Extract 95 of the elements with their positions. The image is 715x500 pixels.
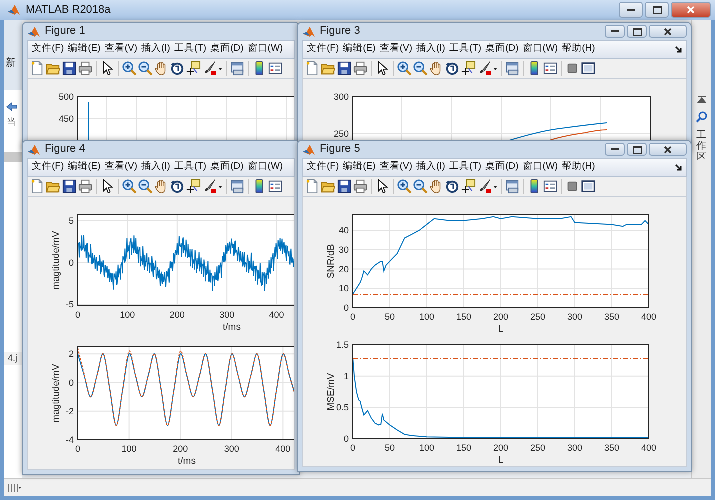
menu-item[interactable]: 查看(V): [104, 160, 138, 175]
menu-item[interactable]: 插入(I): [415, 42, 446, 57]
tick-label: 50: [385, 443, 395, 453]
axis-label: magtitude/mV: [51, 231, 62, 290]
tick-label: 2: [68, 349, 74, 360]
menu-item[interactable]: 文件(F): [306, 160, 340, 175]
tick-label: 350: [604, 312, 620, 322]
menu-item[interactable]: 窗口(W): [246, 160, 284, 175]
menu-item[interactable]: 文件(F): [306, 42, 340, 57]
tick-label: 200: [493, 443, 509, 453]
axis-label: L: [498, 455, 504, 466]
tick-label: 0: [350, 312, 356, 322]
tick-label: 40: [338, 226, 349, 236]
tick-label: 200: [170, 310, 185, 320]
tick-label: 30: [338, 244, 349, 255]
tick-label: 250: [530, 312, 546, 322]
tick-label: 350: [604, 443, 620, 453]
menu-item[interactable]: 工具(T): [448, 42, 483, 57]
tick-label: 400: [641, 312, 657, 322]
menu-item[interactable]: 桌面(D): [210, 42, 245, 57]
axis-label: t/ms: [178, 456, 196, 467]
file-label[interactable]: 4.j: [4, 352, 22, 365]
menu-item[interactable]: 工具(T): [448, 160, 483, 175]
tick-label: 300: [567, 312, 583, 322]
axis-label: magtitude/mV: [51, 364, 62, 423]
tick-label: 0: [68, 258, 74, 268]
tick-label: 150: [456, 312, 472, 322]
menu-item[interactable]: 帮助(H): [561, 42, 596, 57]
menu-item[interactable]: 查看(V): [104, 42, 138, 57]
menu-item[interactable]: 文件(F): [31, 160, 66, 175]
tick-label: 200: [493, 312, 509, 322]
tick-label: 300: [334, 92, 349, 102]
tick-label: 0: [344, 303, 349, 313]
tick-label: 1: [344, 371, 349, 382]
menu-item[interactable]: 查看(V): [378, 42, 414, 57]
tick-label: 0: [68, 378, 74, 388]
menu-item[interactable]: 帮助(H): [561, 160, 596, 175]
tick-label: 300: [567, 443, 583, 453]
tick-label: -5: [66, 300, 74, 310]
tick-label: 20: [338, 264, 349, 274]
menu-item[interactable]: 插入(I): [140, 42, 172, 57]
tick-label: 250: [334, 129, 349, 139]
axis-label: t/ms: [223, 322, 241, 333]
tick-label: 400: [276, 444, 291, 454]
tick-label: 400: [269, 310, 284, 320]
menu-item[interactable]: 编辑(E): [342, 42, 377, 57]
menu-item[interactable]: 插入(I): [140, 160, 172, 175]
axis-label: L: [498, 324, 504, 334]
tick-label: 150: [456, 443, 472, 453]
tick-label: 0.5: [336, 402, 349, 413]
tick-label: 200: [173, 444, 188, 454]
ribbon-label[interactable]: 新: [6, 56, 22, 71]
tick-label: 400: [641, 443, 657, 453]
menu-item[interactable]: 插入(I): [415, 160, 446, 175]
tick-label: 300: [224, 444, 240, 454]
tick-label: 0: [76, 310, 80, 320]
menu-item[interactable]: 桌面(D): [210, 160, 245, 175]
window-title: Figure 4: [45, 142, 86, 158]
menu-item[interactable]: 桌面(D): [484, 42, 520, 57]
tick-label: -2: [66, 406, 74, 416]
window-title: Figure 5: [320, 142, 360, 158]
axis-label: SNR/dB: [326, 244, 337, 279]
window-title: Figure 1: [45, 24, 86, 40]
menu-item[interactable]: 文件(F): [31, 42, 66, 57]
tick-label: 0: [350, 443, 356, 453]
menu-item[interactable]: 工具(T): [173, 160, 208, 175]
tick-label: 5: [68, 216, 74, 226]
tick-label: -4: [66, 435, 74, 445]
menu-item[interactable]: 编辑(E): [67, 42, 102, 57]
tick-label: 100: [120, 310, 136, 320]
tick-label: 100: [419, 312, 435, 322]
tick-label: 500: [58, 92, 74, 102]
panel-tab[interactable]: 工作区: [696, 130, 706, 163]
menu-item[interactable]: 查看(V): [378, 160, 414, 175]
menu-item[interactable]: 桌面(D): [484, 160, 520, 175]
menu-item[interactable]: 编辑(E): [67, 160, 102, 175]
axis-label: MSE/mV: [326, 373, 337, 411]
menu-item[interactable]: 窗口(W): [522, 160, 560, 175]
menu-item[interactable]: 编辑(E): [342, 160, 377, 175]
window-title: MATLAB R2018a: [26, 2, 111, 18]
tick-label: 10: [338, 284, 349, 294]
tick-label: 100: [122, 444, 137, 454]
menu-item[interactable]: 工具(T): [173, 42, 208, 57]
tick-label: 1.5: [336, 340, 349, 350]
menu-item[interactable]: 窗口(W): [522, 42, 560, 57]
tick-label: 0: [344, 434, 349, 444]
window-title: Figure 3: [320, 24, 360, 40]
tick-label: 100: [419, 443, 435, 453]
tick-label: 250: [530, 443, 546, 453]
tick-label: 450: [58, 114, 74, 124]
menu-item[interactable]: 窗口(W): [246, 42, 284, 57]
panel-label: 当: [6, 116, 17, 129]
tick-label: 0: [76, 444, 80, 454]
tick-label: 50: [385, 312, 395, 322]
tick-label: 300: [220, 310, 235, 320]
